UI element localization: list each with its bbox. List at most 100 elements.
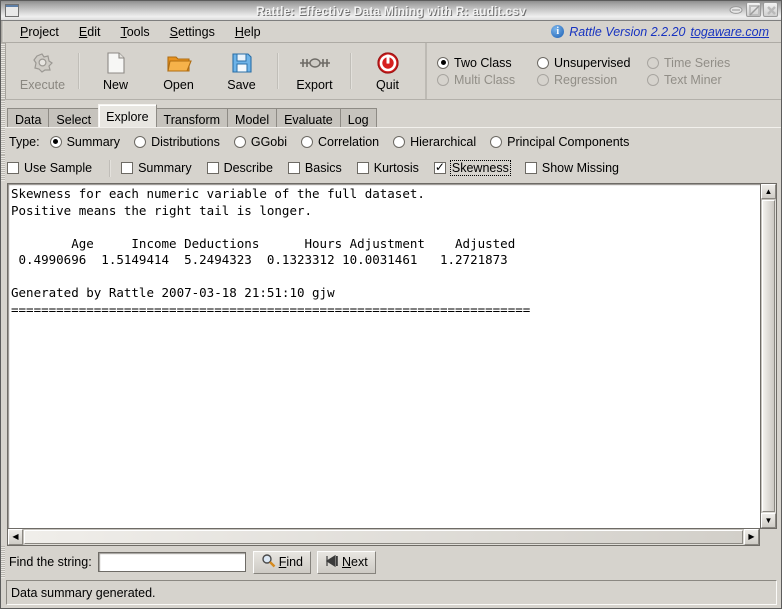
checkbox-use-sample-box (7, 162, 19, 174)
gear-icon (31, 50, 55, 76)
radio-regression-indicator (537, 73, 549, 86)
type-principal-components-label: Principal Components (507, 134, 630, 149)
checkbox-kurtosis[interactable]: Kurtosis (356, 161, 419, 175)
checkbox-use-sample[interactable]: Use Sample (7, 161, 92, 175)
minimize-icon[interactable] (728, 2, 744, 17)
info-icon: i (551, 25, 565, 38)
quit-button[interactable]: Quit (356, 48, 419, 94)
tab-log-label: Log (347, 113, 369, 127)
checkbox-summary[interactable]: Summary (121, 161, 192, 175)
new-label: New (102, 78, 128, 92)
type-summary-indicator (49, 135, 62, 148)
type-hierarchical[interactable]: Hierarchical (393, 135, 476, 149)
output-text: Skewness for each numeric variable of th… (11, 186, 531, 317)
status-bar: Data summary generated. (6, 580, 777, 605)
menu-settings[interactable]: Settings (161, 23, 224, 41)
triangle-down-icon[interactable]: ▼ (761, 513, 776, 528)
maximize-icon[interactable] (746, 2, 761, 17)
execute-button[interactable]: Execute (11, 48, 74, 94)
floppy-disk-icon (230, 50, 254, 76)
radio-two-class-label: Two Class (454, 55, 512, 70)
togaware-link[interactable]: togaware.com (690, 25, 769, 39)
triangle-up-icon[interactable]: ▲ (761, 184, 776, 199)
checkbox-describe-box (206, 162, 219, 174)
find-label: Find the string: (9, 555, 92, 569)
vertical-scrollbar-track[interactable] (761, 199, 776, 513)
new-button[interactable]: New (84, 48, 147, 94)
rattle-main-window: Rattle: Effective Data Mining with R: au… (0, 0, 782, 609)
checkbox-skewness-label: Skewness (449, 160, 511, 176)
save-label: Save (227, 78, 256, 92)
checkbox-basics[interactable]: Basics (287, 161, 342, 175)
radio-regression-label: Regression (554, 72, 618, 87)
menu-tools-label: ools (126, 24, 150, 39)
type-correlation[interactable]: Correlation (300, 135, 379, 149)
menu-settings-label: ettings (178, 24, 215, 39)
tab-transform[interactable]: Transform (155, 108, 229, 127)
menu-edit[interactable]: Edit (70, 23, 110, 41)
tab-transform-label: Transform (163, 113, 221, 127)
find-button-label: ind (286, 555, 304, 569)
menu-project-label: roject (28, 24, 59, 39)
menu-help[interactable]: Help (226, 23, 270, 41)
radio-unsupervised-indicator (537, 56, 549, 69)
window-controls (728, 2, 778, 17)
type-distributions[interactable]: Distributions (134, 135, 220, 149)
find-input[interactable] (97, 552, 246, 572)
version-area: i Rattle Version 2.2.20 togaware.com (551, 25, 769, 39)
checkbox-show-missing[interactable]: Show Missing (524, 161, 619, 175)
checkbox-kurtosis-box (356, 162, 369, 174)
execute-label: Execute (19, 78, 66, 92)
checkbox-basics-box (287, 162, 300, 174)
menu-edit-mnemonic: E (78, 24, 88, 39)
export-button[interactable]: Export (283, 48, 346, 94)
checkbox-describe[interactable]: Describe (206, 161, 273, 175)
window-title: Rattle: Effective Data Mining with R: au… (255, 3, 527, 18)
find-bar: Find the string: Find Next (1, 546, 781, 578)
next-button[interactable]: Next (317, 550, 376, 574)
type-hierarchical-indicator (393, 135, 406, 148)
tab-evaluate-label: Evaluate (284, 113, 333, 127)
type-distributions-label: Distributions (151, 134, 220, 149)
menu-project[interactable]: Project (11, 23, 68, 41)
menu-tools[interactable]: Tools (111, 23, 158, 41)
tab-evaluate[interactable]: Evaluate (276, 108, 341, 127)
close-icon[interactable] (763, 2, 778, 17)
find-button[interactable]: Find (252, 550, 312, 574)
horizontal-scrollbar-track[interactable] (23, 529, 744, 545)
tab-select[interactable]: Select (48, 108, 100, 127)
window-menu-icon[interactable] (5, 4, 19, 17)
quit-label: Quit (376, 78, 399, 92)
horizontal-scrollbar[interactable]: ◀ ▶ (7, 529, 760, 546)
checkbox-describe-label: Describe (223, 161, 273, 175)
next-button-label: ext (351, 555, 368, 569)
tab-explore[interactable]: Explore (98, 104, 157, 127)
type-ggobi[interactable]: GGobi (233, 135, 287, 149)
tab-model[interactable]: Model (227, 108, 278, 127)
checkbox-basics-label: Basics (304, 161, 342, 175)
type-principal-components[interactable]: Principal Components (490, 135, 629, 149)
output-textview[interactable]: Skewness for each numeric variable of th… (7, 183, 760, 529)
triangle-right-icon[interactable]: ▶ (744, 529, 759, 545)
vertical-scrollbar-thumb[interactable] (762, 200, 775, 512)
version-text: Rattle Version 2.2.20 (569, 24, 686, 39)
triangle-left-icon[interactable]: ◀ (8, 529, 23, 545)
toolbar-separator (350, 53, 352, 89)
tab-log[interactable]: Log (339, 108, 377, 127)
tab-data[interactable]: Data (7, 108, 50, 127)
vertical-scrollbar[interactable]: ▲ ▼ (760, 183, 777, 529)
radio-unsupervised-label: Unsupervised (554, 55, 631, 70)
menu-edit-label: dit (87, 24, 101, 39)
checkbox-summary-label: Summary (138, 161, 192, 175)
checkbox-skewness[interactable]: Skewness (433, 160, 511, 176)
type-summary[interactable]: Summary (49, 135, 120, 149)
skip-next-icon (325, 554, 339, 571)
save-button[interactable]: Save (210, 48, 273, 94)
open-button[interactable]: Open (147, 48, 210, 94)
horizontal-scrollbar-thumb[interactable] (24, 530, 743, 544)
radio-text-miner-label: Text Miner (664, 72, 722, 87)
radio-time-series-label: Time Series (664, 55, 731, 70)
radio-multi-class-label: Multi Class (454, 72, 516, 87)
radio-unsupervised[interactable]: Unsupervised (537, 56, 647, 70)
radio-two-class[interactable]: Two Class (437, 56, 537, 70)
